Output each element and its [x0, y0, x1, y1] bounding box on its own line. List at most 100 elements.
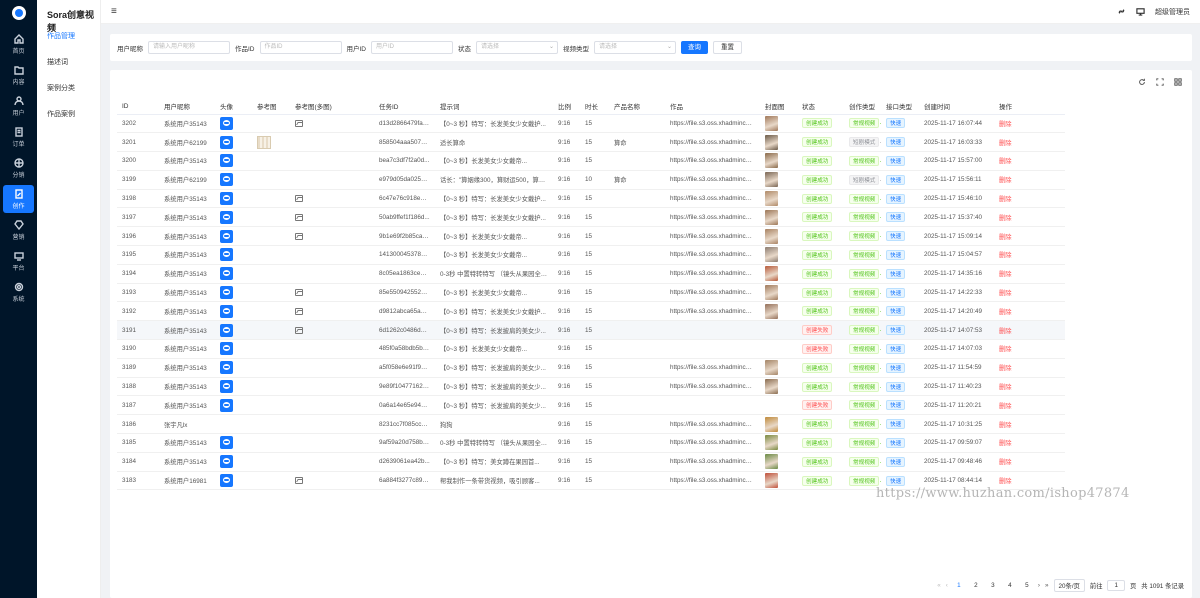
table-row[interactable]: 3201 系统用户62199 858504aaa50751... 适长算命 9:16 15… [117, 132, 1065, 153]
table-row[interactable]: 3187 系统用户35143 0a6a14e65e94b4... 【0~3 秒】特写：… [117, 395, 1065, 416]
cover-thumbnail[interactable] [765, 473, 778, 489]
search-button[interactable]: 查询 [681, 41, 708, 54]
page-size-select[interactable]: 20条/页 [1053, 579, 1085, 592]
delete-button[interactable]: 删除 [999, 459, 1012, 466]
avatar[interactable] [220, 398, 233, 412]
avatar[interactable] [220, 436, 233, 450]
table-row[interactable]: 3199 系统用户62199 e979d05da0256c... 话长："算姻缘300… [117, 170, 1065, 190]
avatar[interactable] [220, 455, 233, 469]
table-row[interactable]: 3190 系统用户35143 485f0a58bdb5b4... 【0~3 秒】长发美… [117, 339, 1065, 359]
avatar[interactable] [220, 267, 233, 281]
delete-button[interactable]: 删除 [999, 177, 1012, 184]
avatar[interactable] [220, 286, 233, 300]
image-icon[interactable] [295, 288, 303, 296]
table-row[interactable]: 3192 系统用户35143 d9812abca65a4d... 【0~3 秒】特写：… [117, 301, 1065, 322]
cover-thumbnail[interactable] [765, 247, 778, 263]
cover-thumbnail[interactable] [765, 172, 778, 188]
avatar[interactable] [220, 380, 233, 394]
delete-button[interactable]: 删除 [999, 252, 1012, 259]
table-row[interactable]: 3184 系统用户35143 d2639061ea42b... 【0~3 秒】特写：美… [117, 452, 1065, 472]
monitor-icon[interactable] [1136, 7, 1145, 16]
submenu-item-3[interactable]: 作品案例 [37, 102, 100, 128]
delete-button[interactable]: 删除 [999, 121, 1012, 128]
last-page-icon[interactable]: » [1045, 582, 1049, 589]
image-icon[interactable] [295, 326, 303, 334]
delete-button[interactable]: 删除 [999, 290, 1012, 297]
submenu-item-0[interactable]: 作品管理 [37, 24, 100, 50]
delete-button[interactable]: 删除 [999, 328, 1012, 335]
submenu-item-1[interactable]: 描述词 [37, 50, 100, 76]
delete-button[interactable]: 删除 [999, 422, 1012, 429]
prev-page-icon[interactable]: ‹ [946, 582, 948, 589]
link-icon[interactable] [1117, 7, 1126, 16]
delete-button[interactable]: 删除 [999, 271, 1012, 278]
table-row[interactable]: 3200 系统用户35143 bea7c3df7f2a0d... 【0~3 秒】长发美… [117, 151, 1065, 171]
avatar[interactable] [220, 229, 233, 243]
image-icon[interactable] [295, 213, 303, 221]
table-row[interactable]: 3197 系统用户35143 50ab9ffef1f186d... 【0~3 秒】特写… [117, 207, 1065, 228]
table-row[interactable]: 3186 张宇凡lx 8231cc7f085ccee... 狗狗 9:16 15 https… [117, 414, 1065, 435]
first-page-icon[interactable]: « [937, 582, 941, 589]
user-nick-input[interactable]: 请输入用户昵称 [148, 41, 230, 54]
avatar[interactable] [220, 304, 233, 318]
submenu-item-2[interactable]: 案例分类 [37, 76, 100, 102]
table-row[interactable]: 3185 系统用户35143 9af59a20d758bb... 0-3秒 中置特转特… [117, 433, 1065, 453]
page-number[interactable]: 2 [970, 582, 982, 589]
avatar[interactable] [220, 342, 233, 356]
delete-button[interactable]: 删除 [999, 196, 1012, 203]
cover-thumbnail[interactable] [765, 266, 778, 282]
avatar[interactable] [220, 192, 233, 206]
table-row[interactable]: 3202 系统用户35143 d13d2866479fa5... 【0~3 秒】特写：… [117, 114, 1065, 134]
avatar[interactable] [220, 210, 233, 224]
delete-button[interactable]: 删除 [999, 403, 1012, 410]
rail-item-3[interactable]: 订单 [3, 123, 34, 151]
video-type-select[interactable]: 请选择 ⌄ [594, 41, 676, 54]
table-row[interactable]: 3198 系统用户35143 6c47e76c918e58... 【0~3 秒】特写：… [117, 189, 1065, 209]
admin-user[interactable]: 超级管理员 [1155, 7, 1190, 17]
delete-button[interactable]: 删除 [999, 384, 1012, 391]
user-id-input[interactable]: 用户ID [371, 41, 453, 54]
avatar[interactable] [220, 173, 233, 187]
table-row[interactable]: 3188 系统用户35143 9e89f1047716​20... 【0~3 秒】特写… [117, 377, 1065, 397]
menu-toggle-icon[interactable]: ≡ [111, 6, 117, 17]
rail-item-4[interactable]: 分销 [3, 154, 34, 182]
avatar[interactable] [220, 323, 233, 337]
cover-thumbnail[interactable] [765, 115, 778, 131]
rail-item-6[interactable]: 营销 [3, 216, 34, 244]
next-page-icon[interactable]: › [1038, 582, 1040, 589]
cover-thumbnail[interactable] [765, 209, 778, 225]
reset-button[interactable]: 重置 [713, 41, 742, 54]
delete-button[interactable]: 删除 [999, 478, 1012, 485]
jump-input[interactable]: 1 [1107, 580, 1125, 591]
cover-thumbnail[interactable] [765, 153, 778, 169]
image-icon[interactable] [295, 232, 303, 240]
fullscreen-icon[interactable] [1156, 78, 1164, 86]
delete-button[interactable]: 删除 [999, 309, 1012, 316]
image-icon[interactable] [295, 195, 303, 202]
cover-thumbnail[interactable] [765, 191, 778, 207]
delete-button[interactable]: 删除 [999, 234, 1012, 241]
table-row[interactable]: 3194 系统用户35143 8c05ea1863ce4c... 0-3秒 中置特转特… [117, 264, 1065, 284]
cover-thumbnail[interactable] [765, 228, 778, 244]
rail-item-0[interactable]: 首页 [3, 30, 34, 58]
reference-image[interactable] [257, 135, 271, 149]
page-number[interactable]: 3 [987, 582, 999, 589]
rail-item-8[interactable]: 系统 [3, 278, 34, 306]
cover-thumbnail[interactable] [765, 435, 778, 451]
rail-item-2[interactable]: 用户 [3, 92, 34, 120]
delete-button[interactable]: 删除 [999, 140, 1012, 147]
avatar[interactable] [220, 474, 233, 488]
delete-button[interactable]: 删除 [999, 346, 1012, 353]
image-icon[interactable] [295, 307, 303, 315]
cover-thumbnail[interactable] [765, 360, 778, 376]
avatar[interactable] [220, 361, 233, 375]
avatar[interactable] [220, 135, 233, 149]
status-select[interactable]: 请选择 ⌄ [476, 41, 558, 54]
cover-thumbnail[interactable] [765, 454, 778, 470]
refresh-icon[interactable] [1138, 78, 1146, 86]
rail-item-1[interactable]: 内容 [3, 61, 34, 89]
page-number[interactable]: 4 [1004, 582, 1016, 589]
delete-button[interactable]: 删除 [999, 215, 1012, 222]
cover-thumbnail[interactable] [765, 303, 778, 319]
table-row[interactable]: 3191 系统用户35143 6d1262c0486d03... 【0~3 秒】特写：… [117, 320, 1065, 341]
